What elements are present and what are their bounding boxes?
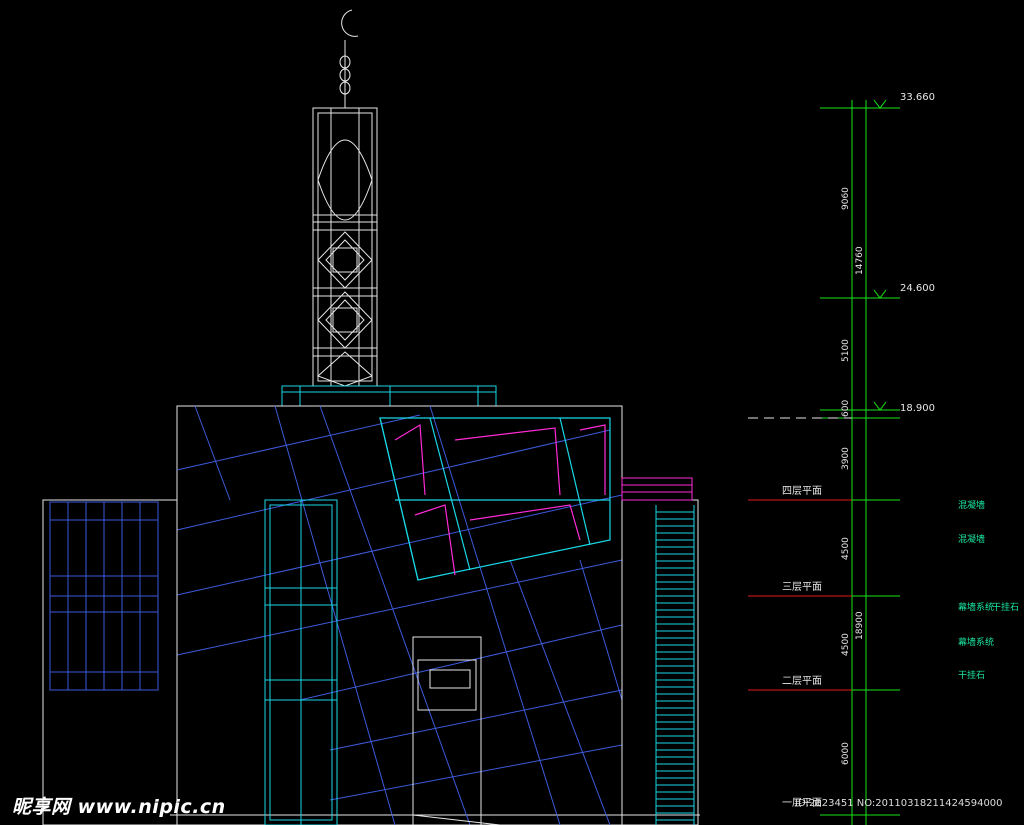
watermark-id: ID:2823451 NO:20110318211424594000	[795, 798, 1003, 809]
floor-label-2: 二层平面	[782, 675, 822, 687]
elevation-label-mid: 24.600	[900, 283, 935, 294]
dimension-4500-upper: 4500	[841, 537, 851, 560]
floor-label-4: 四层平面	[782, 485, 822, 497]
note-stone-1: 干挂石	[992, 601, 1019, 613]
dimension-18900: 18900	[855, 611, 865, 640]
elevation-drawing: 33.660 24.600 18.900 9060 14760 5100 600…	[0, 0, 1024, 825]
watermark-site: 昵享网 www.nipic.cn	[12, 796, 226, 818]
note-curtain-wall-1: 幕墙系统	[958, 601, 994, 613]
canvas-background	[0, 0, 1024, 825]
elevation-label-top: 33.660	[900, 92, 935, 103]
dimension-4500-lower: 4500	[841, 633, 851, 656]
dimension-600: 600	[841, 400, 851, 417]
note-stone-2: 干挂石	[958, 669, 985, 681]
dimension-14760: 14760	[855, 246, 865, 275]
note-curtain-wall-2: 幕墙系统	[958, 636, 994, 648]
elevation-label-low: 18.900	[900, 403, 935, 414]
note-concrete-2: 混凝墙	[958, 533, 985, 545]
floor-label-3: 三层平面	[782, 581, 822, 593]
note-concrete-1: 混凝墙	[958, 499, 985, 511]
dimension-6000: 6000	[841, 742, 851, 765]
dimension-3900: 3900	[841, 447, 851, 470]
dimension-9060: 9060	[841, 187, 851, 210]
dimension-5100: 5100	[841, 339, 851, 362]
